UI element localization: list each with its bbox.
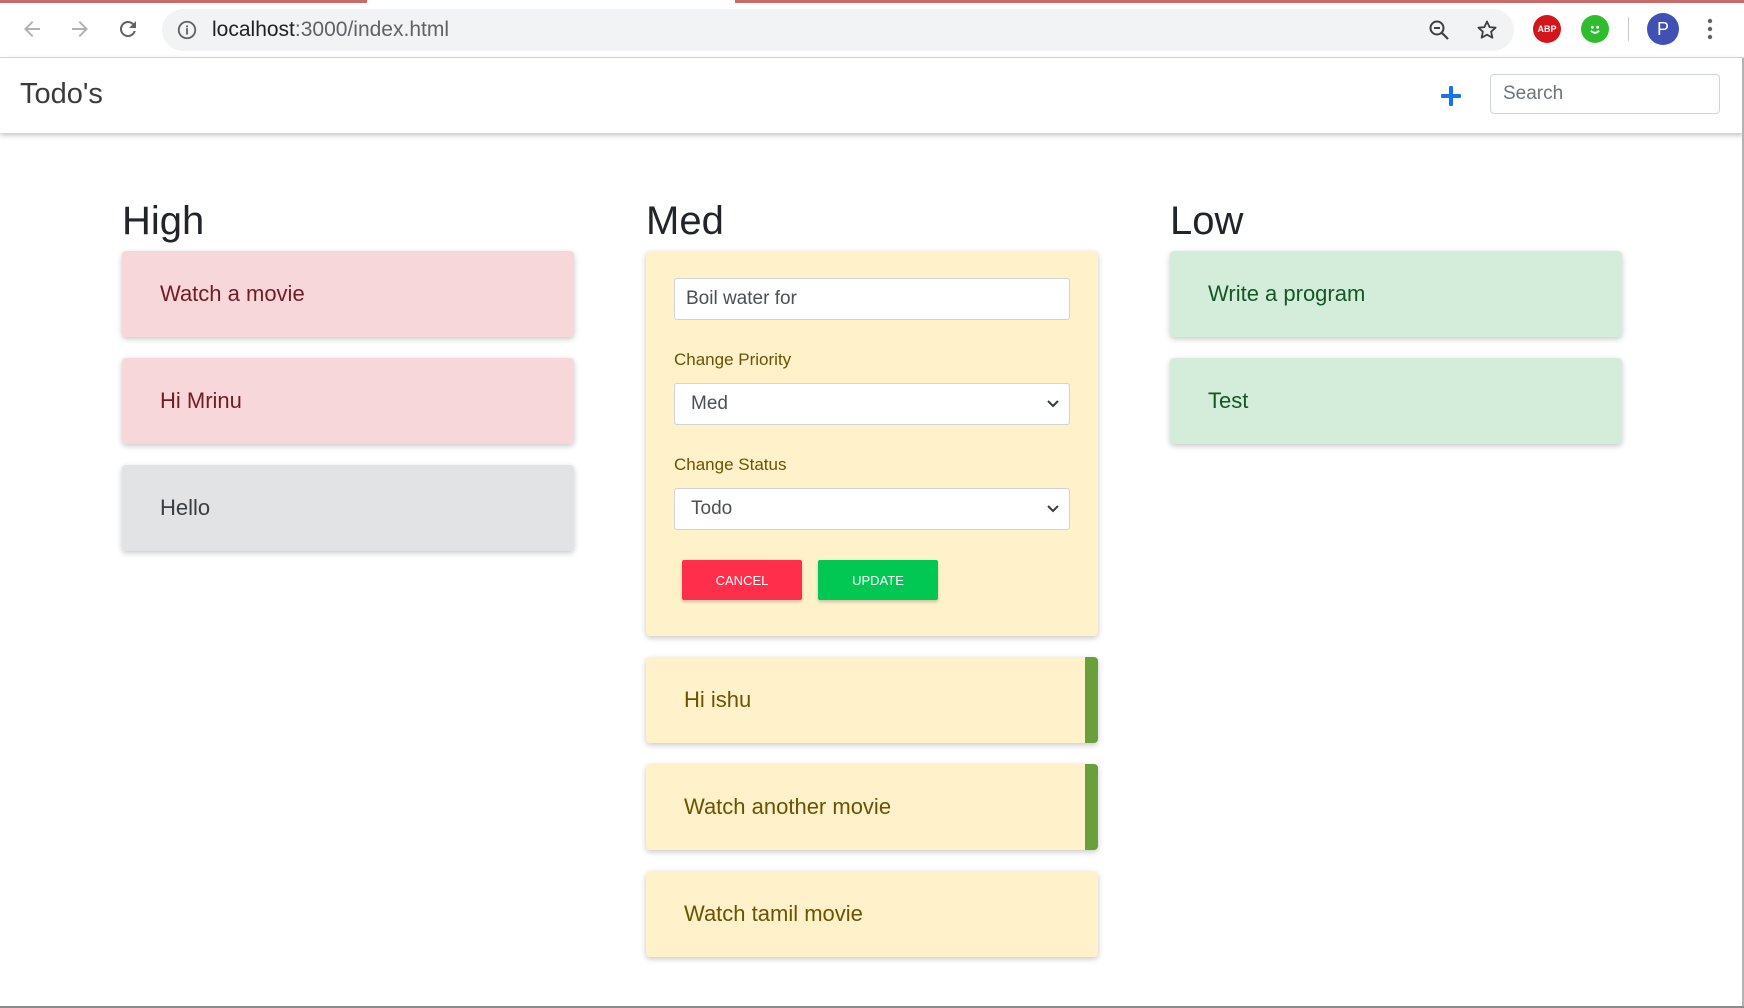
- column-title-med: Med: [646, 199, 724, 243]
- profile-avatar[interactable]: P: [1647, 13, 1679, 45]
- browser-menu-button[interactable]: [1700, 17, 1720, 41]
- smiley-icon: [1590, 25, 1600, 34]
- priority-selected-value: Med: [691, 393, 728, 414]
- url-text: localhost:3000/index.html: [212, 18, 449, 41]
- star-icon[interactable]: [1475, 18, 1499, 42]
- todo-text: Write a program: [1208, 281, 1366, 306]
- tab-indicator: [0, 0, 367, 3]
- search-input[interactable]: [1490, 74, 1720, 114]
- arrow-right-icon: [72, 21, 88, 37]
- info-icon[interactable]: [176, 19, 198, 46]
- todo-text: Watch a movie: [160, 281, 305, 306]
- status-select[interactable]: Todo: [674, 488, 1070, 530]
- browser-toolbar: localhost:3000/index.html ABP P: [0, 0, 1744, 58]
- app-navbar: Todo's: [0, 58, 1744, 133]
- todo-card[interactable]: Watch a movie: [122, 251, 574, 337]
- adblock-extension-button[interactable]: ABP: [1533, 15, 1561, 43]
- todo-card[interactable]: Write a program: [1170, 251, 1622, 337]
- status-indicator: [1085, 764, 1098, 850]
- plus-icon: [1441, 86, 1461, 106]
- todo-text: Hello: [160, 495, 211, 520]
- form-actions: CANCEL UPDATE: [682, 560, 1070, 600]
- todo-card[interactable]: Hi Mrinu: [122, 358, 574, 444]
- forward-button[interactable]: [64, 13, 96, 45]
- todo-text: Watch another movie: [684, 794, 892, 819]
- app-brand[interactable]: Todo's: [20, 78, 103, 111]
- priority-select[interactable]: Med: [674, 383, 1070, 425]
- column-title-high: High: [122, 199, 205, 243]
- address-bar[interactable]: localhost:3000/index.html: [162, 9, 1514, 51]
- add-todo-button[interactable]: [1436, 81, 1466, 111]
- smiley-extension-button[interactable]: [1581, 15, 1609, 43]
- column-title-low: Low: [1170, 199, 1244, 243]
- update-button[interactable]: UPDATE: [818, 560, 938, 600]
- todo-text: Hi Mrinu: [160, 388, 242, 413]
- todo-title-input[interactable]: [674, 278, 1070, 320]
- arrow-left-icon: [24, 21, 40, 37]
- todo-card[interactable]: Hi ishu: [646, 657, 1098, 743]
- todo-text: Watch tamil movie: [684, 901, 863, 926]
- reload-button[interactable]: [112, 13, 144, 45]
- column-low: Low Write a program Test: [1170, 195, 1622, 465]
- column-high: High Watch a movie Hi Mrinu Hello: [122, 195, 574, 572]
- more-vert-icon: [1707, 18, 1713, 40]
- priority-label: Change Priority: [674, 350, 792, 369]
- todo-card[interactable]: Watch tamil movie: [646, 871, 1098, 957]
- todo-card[interactable]: Test: [1170, 358, 1622, 444]
- todo-card[interactable]: Hello: [122, 465, 574, 551]
- status-selected-value: Todo: [691, 498, 733, 519]
- chevron-down-icon: [1047, 400, 1059, 408]
- todo-card[interactable]: Watch another movie: [646, 764, 1098, 850]
- back-button[interactable]: [16, 13, 48, 45]
- todo-text: Test: [1208, 388, 1249, 413]
- cancel-button[interactable]: CANCEL: [682, 560, 802, 600]
- chevron-down-icon: [1047, 505, 1059, 513]
- column-med: Med Change Priority Med Change Status To…: [646, 195, 1098, 978]
- tab-indicator: [735, 0, 1744, 3]
- toolbar-divider: [1628, 17, 1629, 41]
- edit-todo-form: Change Priority Med Change Status Todo C…: [646, 251, 1098, 636]
- avatar-initial: P: [1656, 19, 1669, 39]
- status-label: Change Status: [674, 455, 787, 474]
- reload-icon: [119, 20, 136, 37]
- abp-label: ABP: [1537, 24, 1557, 34]
- status-indicator: [1085, 657, 1098, 743]
- todo-text: Hi ishu: [684, 687, 752, 712]
- zoom-icon[interactable]: [1427, 18, 1451, 42]
